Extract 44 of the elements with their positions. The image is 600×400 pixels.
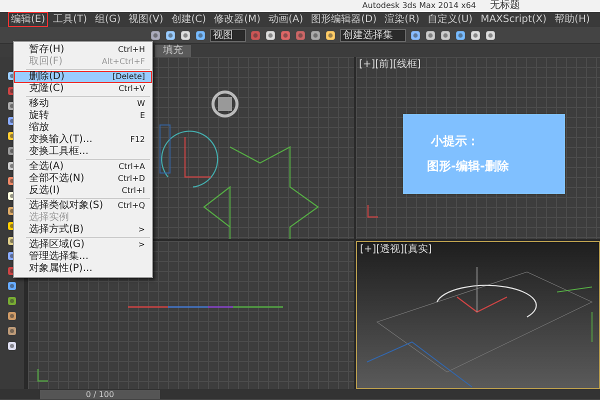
menu-item[interactable]: MAXScript(X) [478,12,550,27]
menu-item[interactable]: 图形编辑器(D) [308,12,380,27]
view-dropdown[interactable]: 视图 [210,28,246,42]
menu-item[interactable]: 全选(A) Ctrl+A [14,161,152,173]
menu-item[interactable]: 工具(T) [50,12,90,27]
menu-item[interactable]: 暂存(H) Ctrl+H [14,44,152,56]
axis-icon [367,205,378,218]
viewport-label[interactable]: [+][前][线框] [359,59,421,70]
menu-item[interactable]: 视图(V) [126,12,166,27]
menu-item[interactable]: 对象属性(P)... [14,263,152,275]
tip-text: 图形-编辑-删除 [427,158,510,175]
viewcube-icon[interactable] [212,90,238,118]
document-title: 无标题 [490,0,520,12]
menu-item[interactable]: 克隆(C) Ctrl+V [14,83,152,95]
axis-icon [37,369,48,382]
ribbon-tab[interactable]: 填充 [155,44,191,56]
rectangle-shape [160,124,170,174]
menu-item[interactable]: 反选(I) Ctrl+I [14,185,152,197]
menu-item[interactable]: 渲染(R) [382,12,422,27]
menu-item[interactable]: 管理选择集... [14,251,152,263]
menu-item[interactable]: 组(G) [92,12,124,27]
viewport-label[interactable]: [+][透视][真实] [360,244,432,255]
tip-title: 小提示： [430,133,480,150]
menu-item[interactable]: 修改器(M) [211,12,264,27]
menu-item[interactable]: 创建(C) [168,12,210,27]
axis-gizmo [184,137,211,178]
window-title: Autodesk 3ds Max 2014 x64 [362,0,476,12]
menu-item[interactable]: 移动 W [14,98,152,110]
menu-item[interactable]: 缩放 [14,122,152,134]
menu-item[interactable]: 旋转 E [14,110,152,122]
menu-item[interactable]: 自定义(U) [424,12,476,27]
selection-set-dropdown[interactable]: 创建选择集 [340,28,406,42]
menu-item[interactable]: 动画(A) [266,12,306,27]
menu-item[interactable]: 选择类似对象(S) Ctrl+Q [14,200,152,212]
menu-item[interactable]: 选择方式(B) > [14,224,152,236]
menu-item[interactable]: 帮助(H) [552,12,593,27]
arc-shape [161,130,218,188]
frame-counter: 0 / 100 [40,390,160,398]
menu-item[interactable]: 变换输入(T)... F12 [14,134,152,146]
menu-item[interactable]: 编辑(E) [8,12,48,27]
menu-item[interactable]: 选择区域(G) > [14,239,152,251]
menu-item[interactable]: 变换工具框... [14,146,152,158]
menu-item[interactable]: 全部不选(N) Ctrl+D [14,173,152,185]
menu-item[interactable]: 删除(D) [Delete] [14,71,152,83]
